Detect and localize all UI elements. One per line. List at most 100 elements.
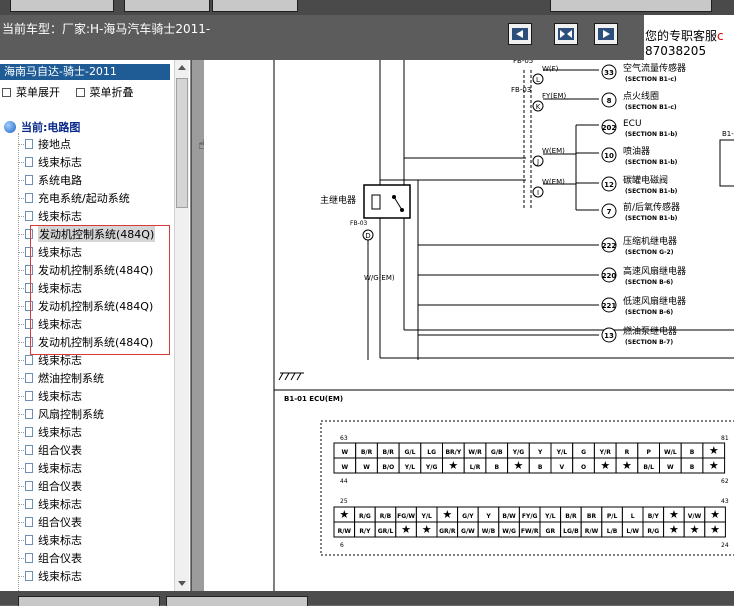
document-icon — [25, 211, 33, 221]
connector-cell-text: ★ — [710, 523, 720, 536]
scroll-down-icon[interactable] — [178, 581, 186, 586]
arrow-left-right-icon — [512, 28, 528, 40]
connector-label: FB-05 — [513, 60, 533, 65]
component-section: (SECTION B1-c) — [625, 76, 677, 83]
component-section: (SECTION B-7) — [625, 339, 673, 346]
pin-range-label: 6 — [340, 542, 344, 549]
tree-connector — [18, 413, 24, 415]
ground-symbol — [296, 372, 302, 381]
component-number: 221 — [602, 302, 617, 310]
connector-cell-text: V/W — [688, 513, 702, 520]
tree-item[interactable]: 线束标志 — [18, 495, 82, 513]
tree-item-label: 线束标志 — [38, 210, 82, 223]
tree-item[interactable]: 线束标志 — [18, 387, 82, 405]
tree-item-label: 线束标志 — [38, 570, 82, 583]
document-icon — [25, 445, 33, 455]
tree-item-label: 组合仪表 — [38, 552, 82, 565]
connector-cell-text: R — [625, 449, 630, 456]
connector-cell-text: ★ — [514, 459, 524, 472]
connector-cell-text: ★ — [622, 459, 632, 472]
tree-connector — [18, 557, 24, 559]
expand-all-button[interactable]: 菜单展开 — [2, 84, 60, 100]
tree-item-label: 线束标志 — [38, 498, 82, 511]
tree-item[interactable]: 组合仪表 — [18, 513, 82, 531]
pin-range-label: 62 — [721, 478, 729, 485]
top-tab-2[interactable] — [124, 0, 210, 12]
connector-cell-text: R/W — [338, 528, 352, 535]
connector-cell-text: GR/R — [439, 528, 456, 535]
connector-cell-text: ★ — [710, 508, 720, 521]
connector-cell-text: G/Y — [462, 513, 474, 520]
connector-cell-text: BR/Y — [445, 449, 461, 456]
document-icon — [25, 409, 33, 419]
component-name: 喷油器 — [623, 145, 650, 157]
tree-scrollbar[interactable] — [174, 60, 189, 591]
tree-item[interactable]: 组合仪表 — [18, 549, 82, 567]
top-tab-3[interactable] — [212, 0, 298, 12]
top-tab-1[interactable] — [10, 0, 114, 12]
connector-cell-text: R/W — [585, 528, 599, 535]
nav-left-button[interactable] — [508, 23, 532, 45]
connector-cell-text: Y/L — [404, 464, 416, 471]
document-icon — [25, 553, 33, 563]
connector-cell-text: LG/B — [563, 528, 579, 535]
connector-cell-text: G/B — [491, 449, 503, 456]
highlight-box — [30, 225, 170, 355]
scroll-thumb[interactable] — [176, 78, 188, 208]
wiring-diagram: FB-05FB-03LW(F)KFY(EM)JW(EM)IW(EM)33 空气流量… — [273, 60, 734, 591]
nav-center-button[interactable] — [554, 23, 578, 45]
globe-icon — [4, 121, 16, 133]
connector-cell-text: Y/L — [556, 449, 568, 456]
tree-item-label: 组合仪表 — [38, 444, 82, 457]
document-icon — [25, 139, 33, 149]
diagram-viewport[interactable]: FB-05 FB-03 L W(F) K FY(EM) J W(EM) I W(EM) 33 空气流量… — [204, 60, 734, 591]
wire-color-label: W(F) — [542, 65, 559, 73]
tree-item[interactable]: 线束标志 — [18, 531, 82, 549]
tree-toolbar: 菜单展开 菜单折叠 — [2, 84, 146, 100]
component-number: 220 — [602, 272, 617, 280]
component-number: 10 — [604, 152, 614, 160]
tree-item[interactable]: 燃油控制系统 — [18, 369, 104, 387]
tree-root[interactable]: 当前:电路图 — [4, 119, 80, 135]
tree-item[interactable]: 线束标志 — [18, 207, 82, 225]
tree-item[interactable]: 充电系统/起动系统 — [18, 189, 130, 207]
connector-cell-text: ★ — [690, 523, 700, 536]
connector-cell-text: W/R — [468, 449, 482, 456]
arrow-right-left-icon — [598, 28, 614, 40]
tree-item[interactable]: 线束标志 — [18, 153, 82, 171]
connector-cell-text: L/W — [626, 528, 639, 535]
connector-cell-text: W/B — [482, 528, 496, 535]
tree-item[interactable]: 组合仪表 — [18, 441, 82, 459]
tree-connector — [18, 359, 24, 361]
tree-connector — [18, 521, 24, 523]
connector-cell-text: B/R — [361, 449, 373, 456]
pin-range-label: 44 — [340, 478, 348, 485]
collapse-all-button[interactable]: 菜单折叠 — [75, 84, 134, 100]
connector-cell-text: G/W — [461, 528, 475, 535]
connector-cell-text: Y — [485, 513, 491, 520]
tree-item[interactable]: 线束标志 — [18, 423, 82, 441]
connector-cell-text: ★ — [669, 523, 679, 536]
scroll-up-icon[interactable] — [178, 65, 186, 70]
ground-symbol — [284, 372, 290, 381]
component-name: 前/后氧传感器 — [623, 201, 680, 213]
main-relay — [363, 184, 411, 219]
tree-item[interactable]: 线束标志 — [18, 459, 82, 477]
tree-connector — [18, 323, 24, 325]
connector-cell-text: GR — [546, 528, 556, 535]
tree-connector — [18, 377, 24, 379]
connector-cell-text: ★ — [448, 459, 458, 472]
tree-item[interactable]: 组合仪表 — [18, 477, 82, 495]
tree-item-label: 接地点 — [38, 138, 71, 151]
document-icon — [25, 463, 33, 473]
tree-item[interactable]: 风扇控制系统 — [18, 405, 104, 423]
tree-item[interactable]: 接地点 — [18, 135, 71, 153]
nav-right-button[interactable] — [594, 23, 618, 45]
top-tab-4[interactable] — [550, 0, 712, 12]
tree-item-label: 线束标志 — [38, 534, 82, 547]
component-number: 202 — [602, 124, 617, 132]
partial-component — [719, 139, 734, 187]
tree-item[interactable]: 线束标志 — [18, 567, 82, 585]
tree-item[interactable]: 系统电路 — [18, 171, 82, 189]
connector-cell-text: Y/G — [425, 464, 438, 471]
